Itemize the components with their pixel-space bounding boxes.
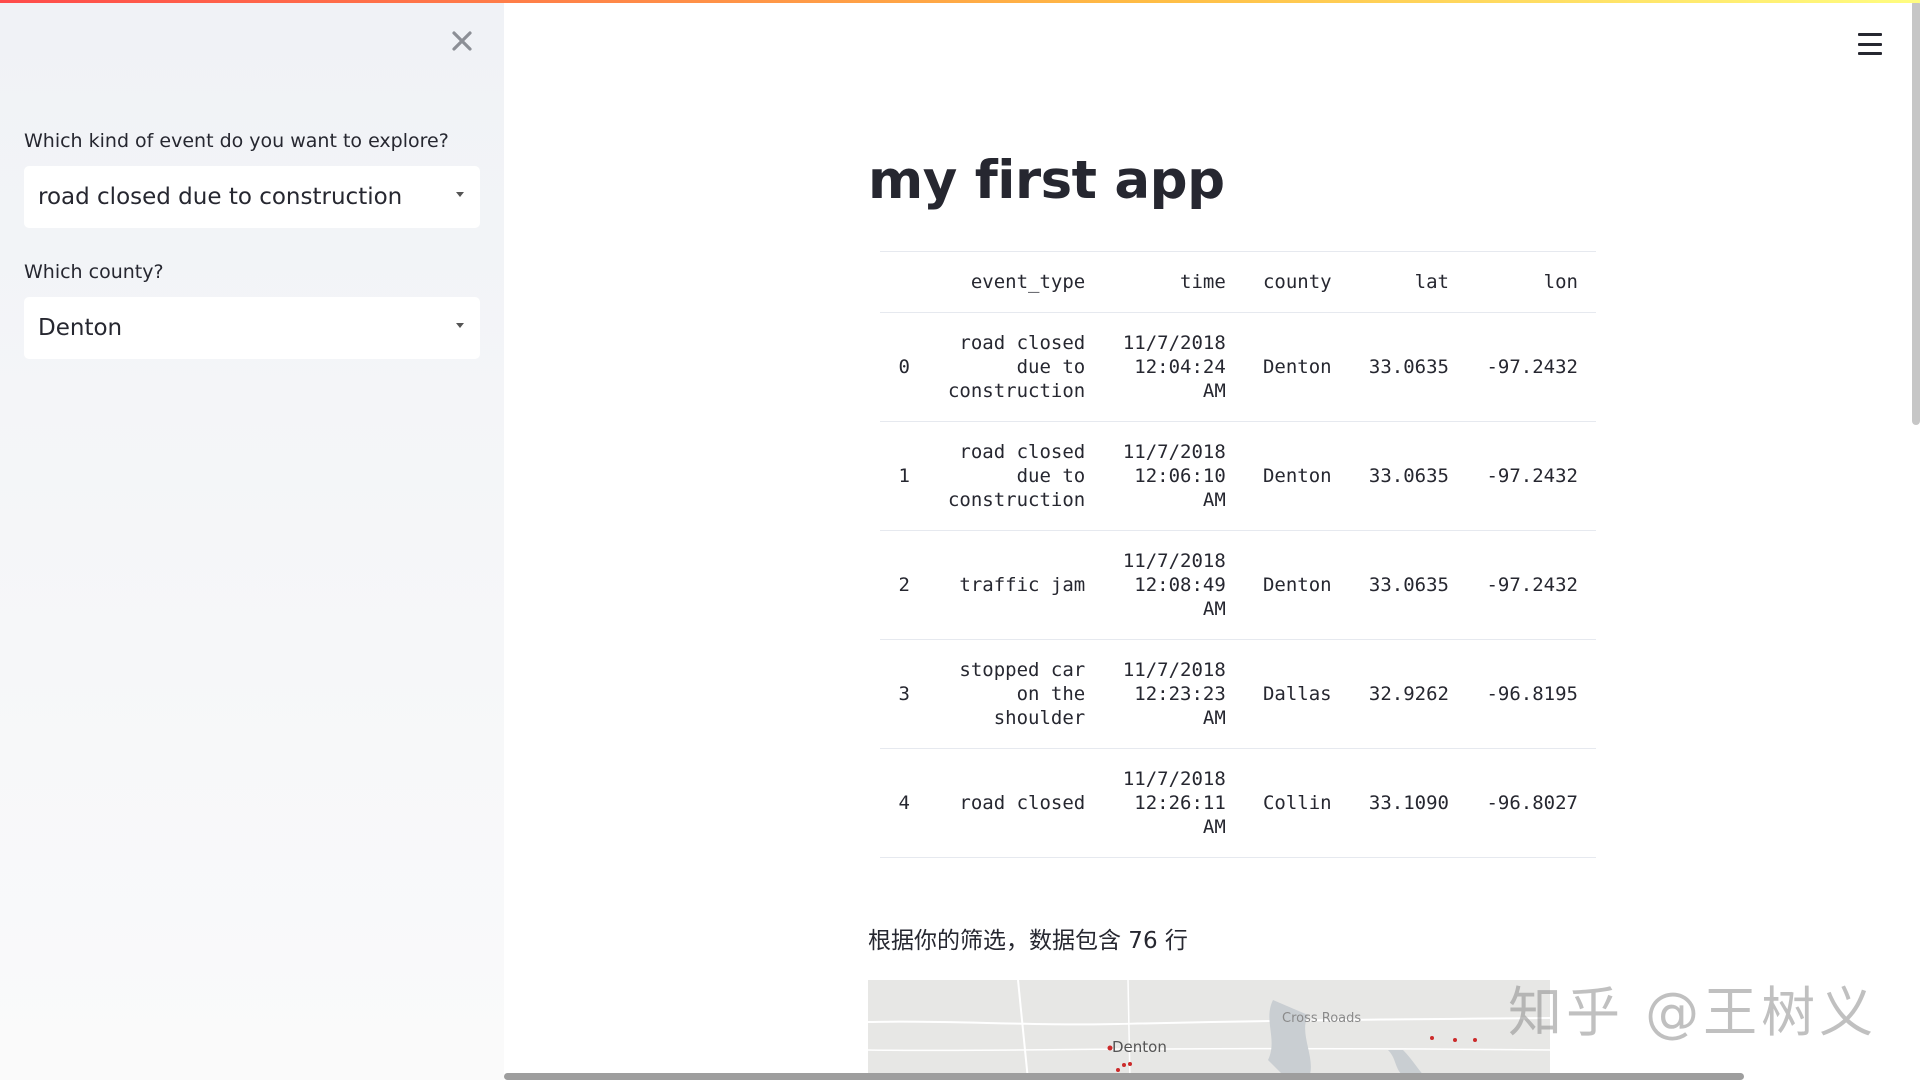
column-header-lon: lon [1543,271,1578,293]
cell-lat: 33.0635 [1368,574,1449,596]
cell-text: traffic jam [959,574,1086,596]
cell-event-type: road closed due to construction [928,422,1103,531]
cell-text: 11/7/2018 12:26:11 AM [1122,768,1226,838]
cell-lon: -97.2432 [1486,465,1578,487]
column-header [880,252,928,313]
cell-lat: 33.0635 [1368,356,1449,378]
top-decoration-bar [0,0,1920,3]
main-content: my first app event_type time county lat … [504,0,1920,1080]
row-index: 3 [898,683,910,705]
row-count-summary: 根据你的筛选，数据包含 76 行 [868,928,1188,954]
cell-time: 11/7/2018 12:08:49 AM [1103,531,1244,640]
cell-event-type: road closed [928,749,1103,858]
cell-event-type: traffic jam [928,531,1103,640]
cell-text: 11/7/2018 12:08:49 AM [1122,550,1226,620]
table-row: 2 traffic jam 11/7/2018 12:08:49 AM Dent… [880,531,1596,640]
column-header-lat: lat [1414,271,1449,293]
map-point [1430,1036,1434,1040]
close-sidebar-button[interactable] [447,26,477,56]
chevron-down-icon [456,323,464,328]
sidebar: Which kind of event do you want to explo… [0,0,504,1080]
hamburger-menu-icon-bar [1858,52,1882,55]
cell-event-type: stopped car on the shoulder [928,640,1103,749]
cell-county: Dallas [1262,683,1332,705]
map-point [1122,1063,1126,1067]
county-select-value: Denton [38,315,123,341]
row-index: 0 [898,356,910,378]
cell-text: road closed due to construction [947,332,1086,402]
cell-county: Collin [1262,792,1332,814]
horizontal-scrollbar[interactable] [504,1073,1744,1080]
map-point [1128,1062,1132,1066]
cell-text: road closed due to construction [947,441,1086,511]
county-select-label: Which county? [24,261,164,283]
table-row: 4 road closed 11/7/2018 12:26:11 AM Coll… [880,749,1596,858]
map-label-cross-roads: Cross Roads [1282,1011,1361,1026]
table-row: 0 road closed due to construction 11/7/2… [880,313,1596,422]
cell-time: 11/7/2018 12:06:10 AM [1103,422,1244,531]
cell-county: Denton [1262,356,1332,378]
map-canvas: Denton Cross Roads [868,980,1550,1080]
cell-county: Denton [1262,574,1332,596]
cell-text: 11/7/2018 12:23:23 AM [1122,659,1226,729]
county-select[interactable]: Denton [24,297,480,359]
chevron-down-icon [456,192,464,197]
column-header-county: county [1262,271,1332,293]
map-view[interactable]: Denton Cross Roads [868,980,1550,1080]
cell-text: road closed [959,792,1086,814]
row-index: 4 [898,792,910,814]
hamburger-menu-icon [1858,33,1882,36]
cell-text: 11/7/2018 12:04:24 AM [1122,332,1226,402]
map-point [1453,1038,1457,1042]
row-index: 2 [898,574,910,596]
vertical-scrollbar[interactable] [1912,0,1920,425]
event-select[interactable]: road closed due to construction [24,166,480,228]
map-point [1116,1068,1120,1072]
map-point [1473,1038,1477,1042]
close-icon [452,31,472,51]
table-header-row: event_type time county lat lon [880,251,1596,313]
cell-lon: -97.2432 [1486,356,1578,378]
event-select-label: Which kind of event do you want to explo… [24,130,449,152]
cell-text: 11/7/2018 12:06:10 AM [1122,441,1226,511]
cell-lon: -96.8195 [1486,683,1578,705]
table-row: 1 road closed due to construction 11/7/2… [880,422,1596,531]
cell-lat: 33.1090 [1368,792,1449,814]
data-table: event_type time county lat lon 0 road cl… [880,251,1596,858]
column-header-time: time [1180,271,1226,293]
cell-lat: 33.0635 [1368,465,1449,487]
hamburger-menu-icon-bar [1858,42,1882,46]
cell-time: 11/7/2018 12:26:11 AM [1103,749,1244,858]
page-title: my first app [868,150,1225,211]
cell-lon: -96.8027 [1486,792,1578,814]
map-label-denton: Denton [1112,1038,1167,1056]
hamburger-menu-button[interactable] [1856,30,1884,58]
cell-time: 11/7/2018 12:04:24 AM [1103,313,1244,422]
table-row: 3 stopped car on the shoulder 11/7/2018 … [880,640,1596,749]
cell-time: 11/7/2018 12:23:23 AM [1103,640,1244,749]
cell-event-type: road closed due to construction [928,313,1103,422]
cell-lon: -97.2432 [1486,574,1578,596]
column-header-event-type: event_type [970,271,1086,293]
cell-county: Denton [1262,465,1332,487]
event-select-value: road closed due to construction [38,184,403,210]
map-background [868,980,1550,1080]
cell-text: stopped car on the shoulder [959,659,1086,729]
cell-lat: 32.9262 [1368,683,1449,705]
row-index: 1 [898,465,910,487]
